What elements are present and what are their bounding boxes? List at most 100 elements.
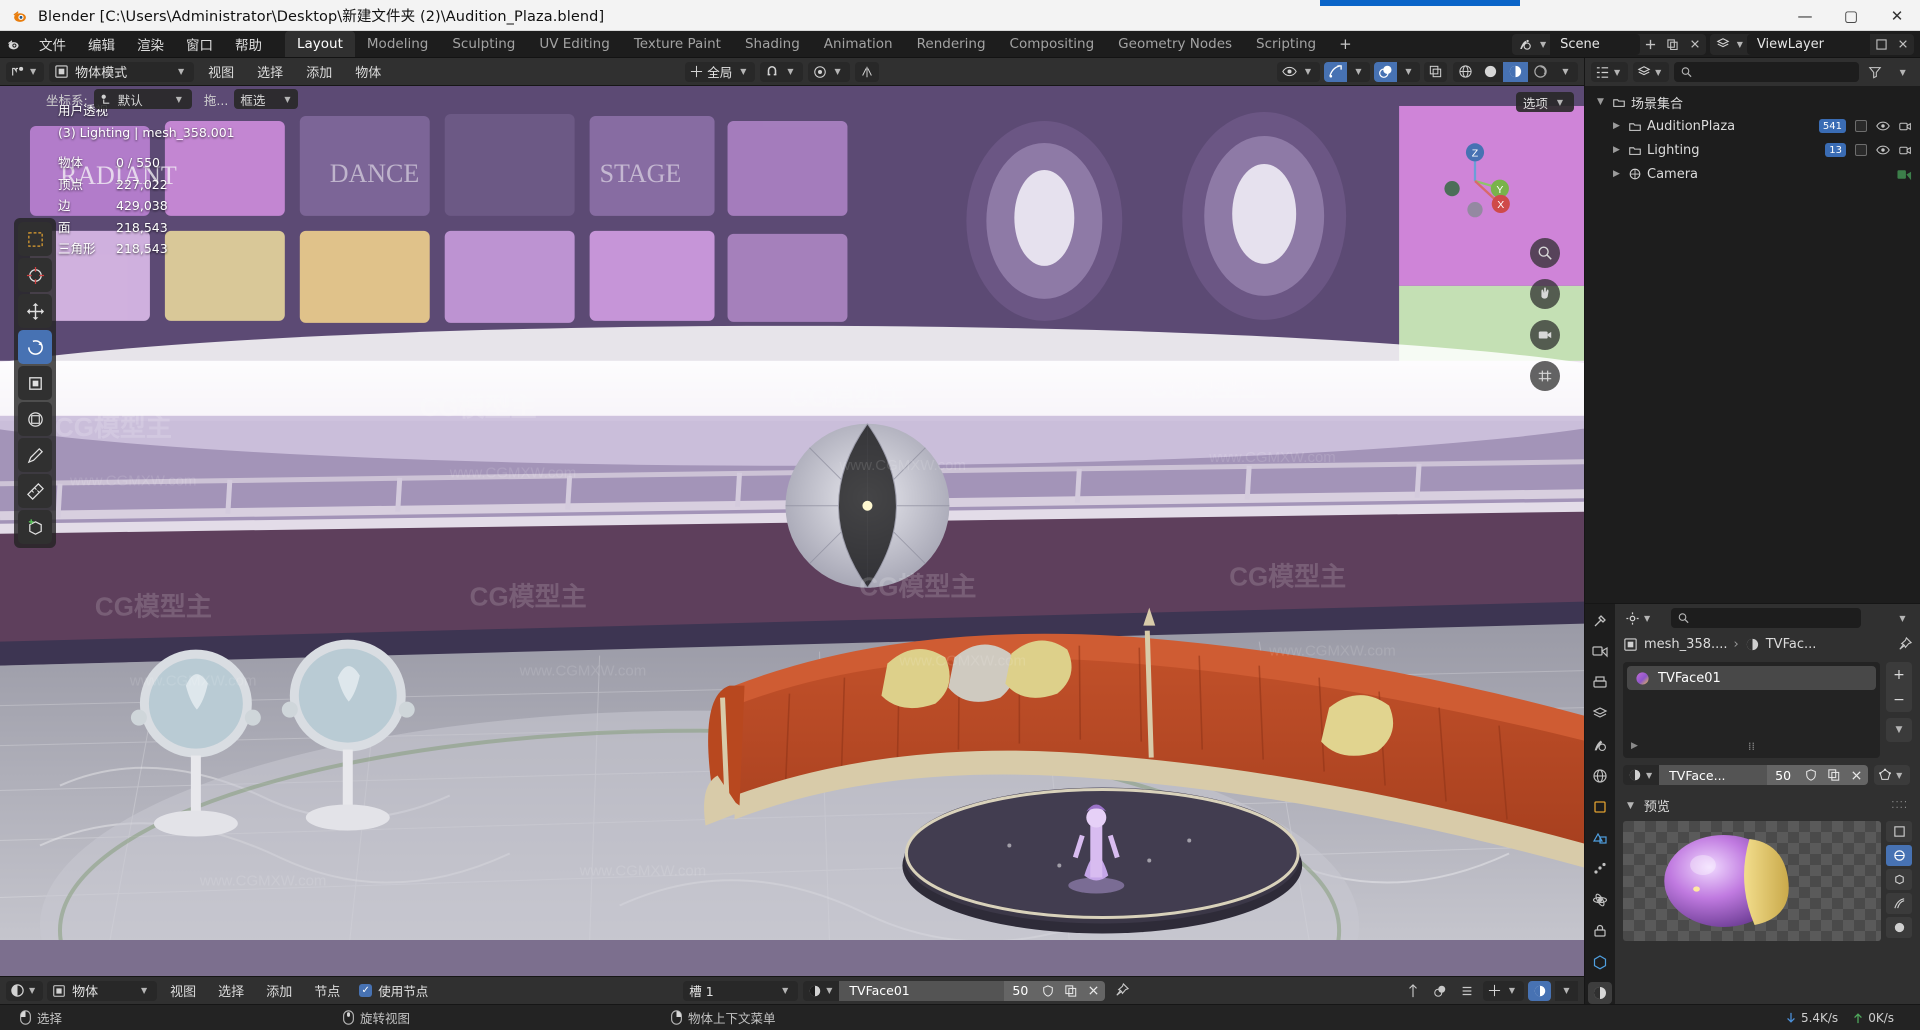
properties-material-field[interactable]: ▼ TVFace... 50 <box>1623 765 1869 785</box>
view-layer-selector[interactable]: ▼ ViewLayer <box>1709 33 1914 55</box>
transform-orientation-selector[interactable]: 全局 ▼ <box>685 61 756 82</box>
blender-menu-icon[interactable] <box>0 31 28 57</box>
outliner-item-scene-collection[interactable]: ▼ 场景集合 <box>1585 90 1920 114</box>
disclosure-triangle-icon[interactable]: ▶ <box>1609 121 1624 131</box>
viewport-menu-select[interactable]: 选择 <box>248 62 292 82</box>
material-users-count[interactable]: 50 <box>1004 980 1037 1001</box>
shading-dropdown[interactable]: ▼ <box>1553 61 1578 82</box>
object-breadcrumb-icon[interactable] <box>1623 637 1638 652</box>
properties-tab-object[interactable] <box>1588 796 1612 818</box>
tool-measure[interactable] <box>18 474 52 508</box>
properties-editor-type-selector[interactable]: ▼ <box>1621 608 1658 628</box>
tab-texture-paint[interactable]: Texture Paint <box>622 31 733 57</box>
properties-tab-particles[interactable] <box>1588 858 1612 880</box>
material-preview-shading-button[interactable] <box>1503 61 1528 82</box>
preview-shader-ball-button[interactable] <box>1886 917 1912 938</box>
expand-triangle-icon[interactable]: ▶ <box>1631 741 1638 751</box>
snap-node-icon[interactable] <box>1402 981 1425 1001</box>
scene-selector[interactable]: ▼ Scene <box>1511 33 1706 55</box>
viewport-menu-view[interactable]: 视图 <box>199 62 243 82</box>
solid-shading-button[interactable] <box>1478 61 1503 82</box>
outliner-item-auditionplaza[interactable]: ▶ AuditionPlaza 541 <box>1585 114 1920 138</box>
wireframe-shading-button[interactable] <box>1453 61 1478 82</box>
exclude-checkbox[interactable] <box>1855 144 1867 156</box>
tool-tweak[interactable] <box>18 222 52 256</box>
material-data-selector[interactable]: ▼ <box>1874 765 1911 785</box>
eye-icon[interactable] <box>1876 144 1890 156</box>
properties-tab-tool[interactable] <box>1588 610 1612 632</box>
tab-modeling[interactable]: Modeling <box>355 31 440 57</box>
material-slot-specials-button[interactable]: ▼ <box>1886 718 1912 742</box>
properties-tab-physics[interactable] <box>1588 889 1612 911</box>
navigation-gizmo[interactable]: Z Y X <box>1432 138 1518 224</box>
disclosure-triangle-icon[interactable]: ▶ <box>1609 169 1624 179</box>
disclosure-triangle-icon[interactable]: ▼ <box>1593 97 1608 107</box>
add-workspace-button[interactable]: + <box>1328 31 1363 57</box>
tab-scripting[interactable]: Scripting <box>1244 31 1328 57</box>
properties-tab-view-layer[interactable] <box>1588 703 1612 725</box>
properties-tab-material[interactable] <box>1588 982 1612 1004</box>
camera-render-icon[interactable] <box>1899 120 1912 133</box>
camera-render-icon[interactable] <box>1899 144 1912 157</box>
add-material-slot-button[interactable]: + <box>1886 662 1912 687</box>
minimize-button[interactable]: — <box>1782 0 1828 31</box>
outliner-filter-icon[interactable] <box>1864 62 1887 82</box>
zoom-view-icon[interactable] <box>1530 238 1560 268</box>
tool-cursor[interactable] <box>18 258 52 292</box>
unlink-material-icon[interactable] <box>1845 765 1869 785</box>
interaction-mode-selector[interactable]: 物体模式 ▼ <box>49 61 195 82</box>
pin-id-icon[interactable] <box>1897 636 1912 652</box>
menu-help[interactable]: 帮助 <box>224 31 273 57</box>
material-browse-icon[interactable]: ▼ <box>1623 765 1660 785</box>
outliner-display-mode-selector[interactable]: ▼ <box>1633 62 1670 82</box>
select-mode-selector[interactable]: 框选 ▼ <box>234 89 299 109</box>
copy-scene-button[interactable] <box>1662 34 1684 55</box>
material-breadcrumb-icon[interactable] <box>1745 637 1760 652</box>
preview-sphere-button[interactable] <box>1886 845 1912 866</box>
outliner-search-input[interactable] <box>1697 64 1852 80</box>
pin-material-icon[interactable] <box>1110 981 1133 1001</box>
preview-flat-button[interactable] <box>1886 821 1912 842</box>
outliner-editor-type-selector[interactable]: ▼ <box>1591 62 1629 82</box>
menu-edit[interactable]: 编辑 <box>77 31 126 57</box>
show-overlays-toggle[interactable] <box>1374 61 1397 82</box>
duplicate-material-icon[interactable] <box>1822 765 1846 785</box>
use-nodes-toggle[interactable]: ✓ 使用节点 <box>353 981 434 1000</box>
tab-compositing[interactable]: Compositing <box>998 31 1107 57</box>
new-scene-button[interactable] <box>1640 34 1662 55</box>
material-name-field[interactable]: TVFace01 <box>839 980 1005 1001</box>
outliner-item-camera[interactable]: ▶ Camera <box>1585 162 1920 186</box>
node-snapping-selector[interactable]: ▼ <box>1482 980 1524 1001</box>
properties-search-input[interactable] <box>1694 610 1855 626</box>
outliner-item-lighting[interactable]: ▶ Lighting 13 <box>1585 138 1920 162</box>
camera-data-icon[interactable] <box>1897 167 1912 182</box>
properties-options-dropdown[interactable]: ▼ <box>1891 608 1914 628</box>
properties-tab-render[interactable] <box>1588 641 1612 663</box>
properties-search-box[interactable] <box>1671 608 1862 628</box>
material-browse-icon[interactable]: ▼ <box>803 980 840 1001</box>
new-view-layer-button[interactable] <box>1870 34 1892 55</box>
material-slot-row[interactable]: TVFace01 <box>1627 666 1876 690</box>
eye-icon[interactable] <box>1876 120 1890 132</box>
overlay-dropdown[interactable]: ▼ <box>1397 61 1420 82</box>
viewport-menu-add[interactable]: 添加 <box>297 62 341 82</box>
tab-animation[interactable]: Animation <box>812 31 905 57</box>
tool-move[interactable] <box>18 294 52 328</box>
breadcrumb-object-name[interactable]: mesh_358.... <box>1644 637 1728 652</box>
menu-window[interactable]: 窗口 <box>175 31 224 57</box>
outliner-search-box[interactable] <box>1674 62 1859 82</box>
menu-file[interactable]: 文件 <box>28 31 77 57</box>
tool-scale[interactable] <box>18 366 52 400</box>
tool-annotate[interactable] <box>18 438 52 472</box>
preview-panel-header[interactable]: ▼ 预览 ⁚⁚⁚⁚ <box>1623 793 1912 818</box>
proportional-editing-toggle[interactable]: ▼ <box>807 61 850 82</box>
properties-material-users[interactable]: 50 <box>1767 765 1800 785</box>
node-menu-view[interactable]: 视图 <box>161 981 205 1001</box>
visibility-selector[interactable]: ▼ <box>1276 61 1320 82</box>
properties-tab-object-data[interactable] <box>1588 951 1612 973</box>
viewport-3d[interactable]: RADIANT DANCE STAGE CG模型主 CG模型主 CG模型主 CG… <box>0 86 1584 976</box>
viewport-options-button[interactable]: 选项 ▼ <box>1515 92 1574 112</box>
properties-material-name[interactable]: TVFace... <box>1659 765 1768 785</box>
material-preview-render[interactable] <box>1623 821 1881 941</box>
preview-cube-button[interactable] <box>1886 869 1912 890</box>
